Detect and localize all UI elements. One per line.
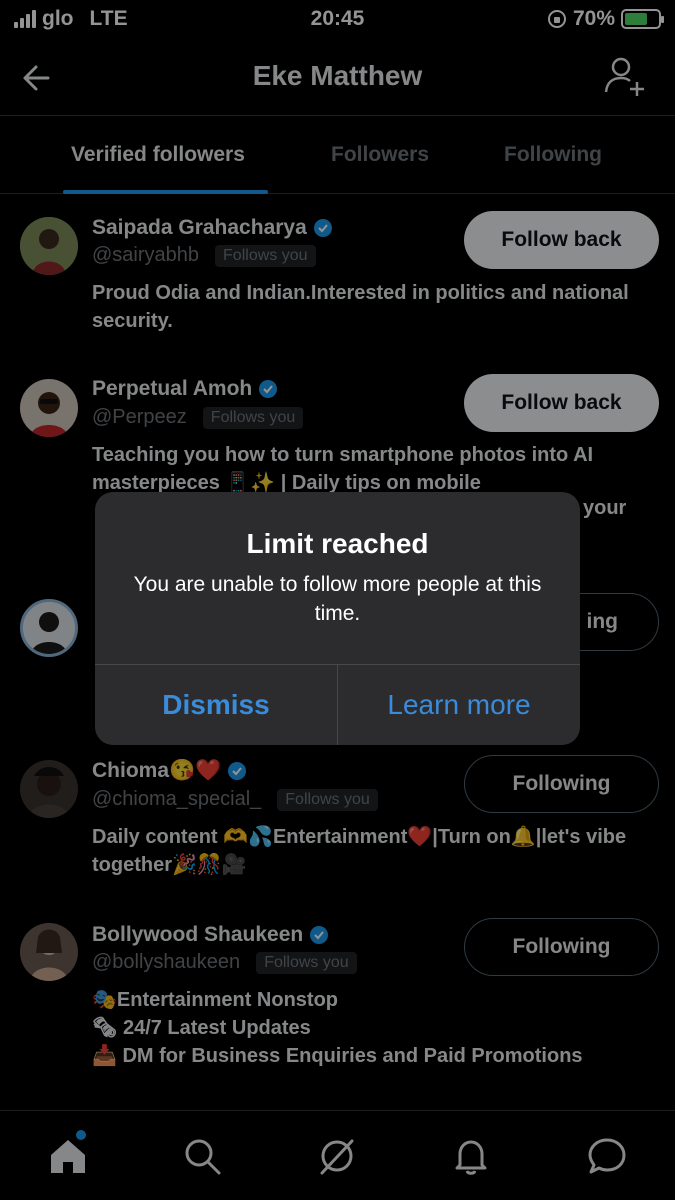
new-posts-dot <box>76 1130 86 1140</box>
alert-message: You are unable to follow more people at … <box>133 573 542 625</box>
learn-more-button[interactable]: Learn more <box>338 665 580 745</box>
dismiss-button[interactable]: Dismiss <box>95 665 337 745</box>
alert-title: Limit reached <box>246 528 429 559</box>
home-icon[interactable] <box>47 1135 89 1177</box>
search-icon[interactable] <box>181 1135 223 1177</box>
bottom-nav <box>0 1110 675 1200</box>
messages-icon[interactable] <box>586 1135 628 1177</box>
notifications-bell-icon[interactable] <box>450 1135 492 1177</box>
grok-icon[interactable] <box>316 1135 358 1177</box>
limit-reached-alert: Limit reached You are unable to follow m… <box>95 492 580 745</box>
